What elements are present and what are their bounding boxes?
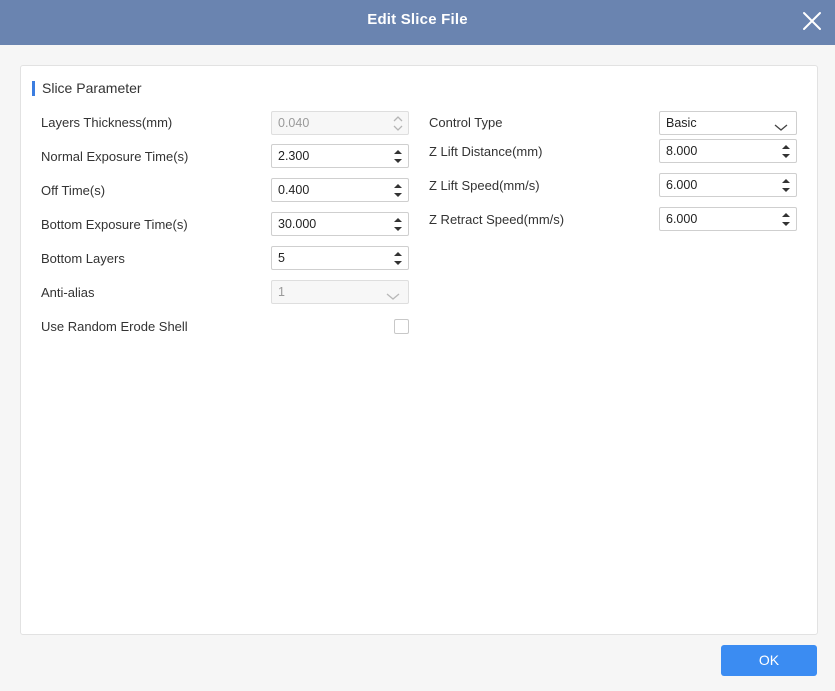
spin-up-icon[interactable] xyxy=(779,210,793,219)
anti-alias-select: 1 xyxy=(271,280,409,304)
close-icon[interactable] xyxy=(800,9,824,33)
control-type-value: Basic xyxy=(666,116,697,130)
chevron-down-icon xyxy=(386,288,400,300)
normal-exposure-input[interactable]: 2.300 xyxy=(271,144,409,168)
layers-thickness-value: 0.040 xyxy=(278,116,310,130)
layers-thickness-input: 0.040 xyxy=(271,111,409,135)
ok-button[interactable]: OK xyxy=(721,645,817,676)
control-type-label: Control Type xyxy=(429,115,503,130)
bottom-exposure-label: Bottom Exposure Time(s) xyxy=(41,217,188,232)
spin-down-icon[interactable] xyxy=(391,191,405,200)
spin-down-icon[interactable] xyxy=(391,259,405,268)
normal-exposure-stepper[interactable] xyxy=(391,147,405,166)
chevron-down-icon[interactable] xyxy=(774,119,788,131)
spin-down-icon[interactable] xyxy=(779,220,793,229)
spin-down-icon[interactable] xyxy=(779,186,793,195)
spin-down-icon xyxy=(391,124,405,133)
z-retract-speed-value: 6.000 xyxy=(666,212,698,226)
spin-up-icon[interactable] xyxy=(391,215,405,224)
spin-up-icon[interactable] xyxy=(779,176,793,185)
spin-up-icon[interactable] xyxy=(391,147,405,156)
bottom-exposure-input[interactable]: 30.000 xyxy=(271,212,409,236)
z-retract-speed-input[interactable]: 6.000 xyxy=(659,207,797,231)
spin-up-icon[interactable] xyxy=(779,142,793,151)
dialog-titlebar: Edit Slice File xyxy=(0,0,835,45)
normal-exposure-value: 2.300 xyxy=(278,149,310,163)
anti-alias-label: Anti-alias xyxy=(41,285,95,300)
z-retract-speed-stepper[interactable] xyxy=(779,210,793,229)
bottom-exposure-stepper[interactable] xyxy=(391,215,405,234)
spin-up-icon[interactable] xyxy=(391,181,405,190)
bottom-layers-value: 5 xyxy=(278,251,285,265)
random-erode-label: Use Random Erode Shell xyxy=(41,319,188,334)
anti-alias-value: 1 xyxy=(278,285,285,299)
z-lift-distance-input[interactable]: 8.000 xyxy=(659,139,797,163)
z-lift-speed-value: 6.000 xyxy=(666,178,698,192)
bottom-layers-input[interactable]: 5 xyxy=(271,246,409,270)
z-retract-speed-label: Z Retract Speed(mm/s) xyxy=(429,212,565,227)
off-time-label: Off Time(s) xyxy=(41,183,106,198)
bottom-layers-label: Bottom Layers xyxy=(41,251,125,266)
spin-down-icon[interactable] xyxy=(391,157,405,166)
layers-thickness-label: Layers Thickness(mm) xyxy=(41,115,173,130)
z-lift-distance-stepper[interactable] xyxy=(779,142,793,161)
bottom-layers-stepper[interactable] xyxy=(391,249,405,268)
spin-up-icon[interactable] xyxy=(391,249,405,258)
spin-down-icon[interactable] xyxy=(779,152,793,161)
z-lift-distance-value: 8.000 xyxy=(666,144,698,158)
slice-parameter-panel: Slice Parameter Layers Thickness(mm) 0.0… xyxy=(20,65,818,635)
layers-thickness-stepper xyxy=(391,114,405,133)
z-lift-speed-label: Z Lift Speed(mm/s) xyxy=(429,178,540,193)
z-lift-speed-input[interactable]: 6.000 xyxy=(659,173,797,197)
z-lift-speed-stepper[interactable] xyxy=(779,176,793,195)
z-lift-distance-label: Z Lift Distance(mm) xyxy=(429,144,543,159)
dialog-title: Edit Slice File xyxy=(367,11,468,28)
spin-down-icon[interactable] xyxy=(391,225,405,234)
off-time-stepper[interactable] xyxy=(391,181,405,200)
control-type-select[interactable]: Basic xyxy=(659,111,797,135)
bottom-exposure-value: 30.000 xyxy=(278,217,317,231)
spin-up-icon xyxy=(391,114,405,123)
dialog-body: Slice Parameter Layers Thickness(mm) 0.0… xyxy=(0,45,835,691)
off-time-input[interactable]: 0.400 xyxy=(271,178,409,202)
section-title: Slice Parameter xyxy=(32,80,142,97)
off-time-value: 0.400 xyxy=(278,183,310,197)
random-erode-checkbox[interactable] xyxy=(394,319,409,334)
normal-exposure-label: Normal Exposure Time(s) xyxy=(41,149,189,164)
